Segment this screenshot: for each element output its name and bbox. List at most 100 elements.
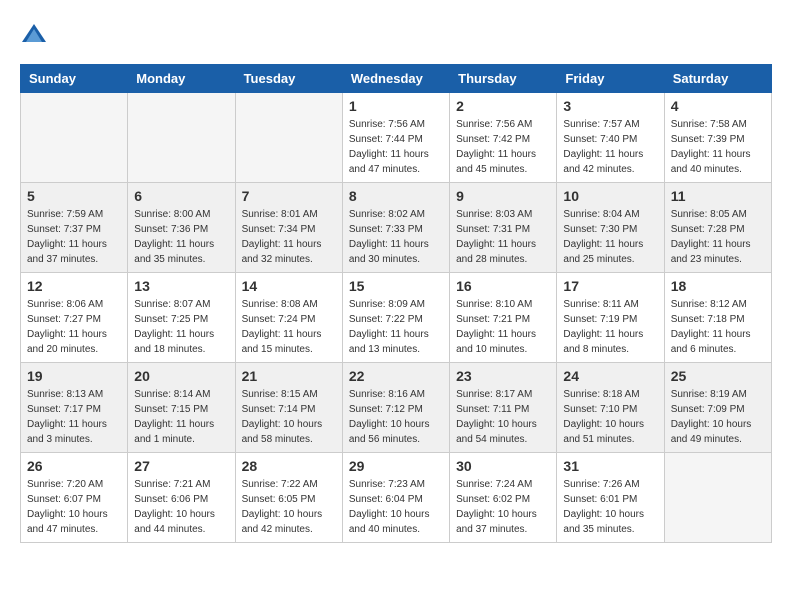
day-info: Sunrise: 8:12 AMSunset: 7:18 PMDaylight:… — [671, 297, 765, 357]
calendar-cell: 2 Sunrise: 7:56 AMSunset: 7:42 PMDaylight… — [450, 93, 557, 183]
calendar-cell: 27 Sunrise: 7:21 AMSunset: 6:06 PMDayligh… — [128, 453, 235, 543]
day-info: Sunrise: 8:04 AMSunset: 7:30 PMDaylight:… — [563, 207, 657, 267]
day-number: 26 — [27, 458, 121, 474]
day-info: Sunrise: 7:57 AMSunset: 7:40 PMDaylight:… — [563, 117, 657, 177]
day-number: 13 — [134, 278, 228, 294]
day-number: 9 — [456, 188, 550, 204]
day-info: Sunrise: 8:00 AMSunset: 7:36 PMDaylight:… — [134, 207, 228, 267]
day-number: 3 — [563, 98, 657, 114]
day-number: 29 — [349, 458, 443, 474]
calendar-cell: 15 Sunrise: 8:09 AMSunset: 7:22 PMDayligh… — [342, 273, 449, 363]
calendar-cell: 6 Sunrise: 8:00 AMSunset: 7:36 PMDaylight… — [128, 183, 235, 273]
calendar-cell: 26 Sunrise: 7:20 AMSunset: 6:07 PMDayligh… — [21, 453, 128, 543]
day-number: 8 — [349, 188, 443, 204]
day-info: Sunrise: 8:16 AMSunset: 7:12 PMDaylight:… — [349, 387, 443, 447]
calendar-cell — [128, 93, 235, 183]
calendar-cell: 4Sunrise: 7:58 AMSunset: 7:39 PMDaylight… — [664, 93, 771, 183]
day-number: 11 — [671, 188, 765, 204]
day-number: 28 — [242, 458, 336, 474]
day-number: 21 — [242, 368, 336, 384]
calendar-week-1: 1 Sunrise: 7:56 AMSunset: 7:44 PMDaylight… — [21, 93, 772, 183]
day-info: Sunrise: 8:03 AMSunset: 7:31 PMDaylight:… — [456, 207, 550, 267]
calendar-cell: 22 Sunrise: 8:16 AMSunset: 7:12 PMDayligh… — [342, 363, 449, 453]
calendar-week-4: 19 Sunrise: 8:13 AMSunset: 7:17 PMDayligh… — [21, 363, 772, 453]
day-info: Sunrise: 8:18 AMSunset: 7:10 PMDaylight:… — [563, 387, 657, 447]
calendar-cell: 1 Sunrise: 7:56 AMSunset: 7:44 PMDaylight… — [342, 93, 449, 183]
day-info: Sunrise: 7:59 AMSunset: 7:37 PMDaylight:… — [27, 207, 121, 267]
header-day-thursday: Thursday — [450, 65, 557, 93]
calendar-table: SundayMondayTuesdayWednesdayThursdayFrid… — [20, 64, 772, 543]
calendar-cell: 19 Sunrise: 8:13 AMSunset: 7:17 PMDayligh… — [21, 363, 128, 453]
day-info: Sunrise: 8:11 AMSunset: 7:19 PMDaylight:… — [563, 297, 657, 357]
calendar-cell: 5Sunrise: 7:59 AMSunset: 7:37 PMDaylight… — [21, 183, 128, 273]
day-info: Sunrise: 8:17 AMSunset: 7:11 PMDaylight:… — [456, 387, 550, 447]
header-day-monday: Monday — [128, 65, 235, 93]
day-number: 12 — [27, 278, 121, 294]
day-info: Sunrise: 8:02 AMSunset: 7:33 PMDaylight:… — [349, 207, 443, 267]
calendar-cell: 11 Sunrise: 8:05 AMSunset: 7:28 PMDayligh… — [664, 183, 771, 273]
calendar-week-2: 5Sunrise: 7:59 AMSunset: 7:37 PMDaylight… — [21, 183, 772, 273]
page-header — [20, 20, 772, 48]
day-number: 20 — [134, 368, 228, 384]
header-day-wednesday: Wednesday — [342, 65, 449, 93]
day-number: 6 — [134, 188, 228, 204]
day-number: 30 — [456, 458, 550, 474]
calendar-cell: 28 Sunrise: 7:22 AMSunset: 6:05 PMDayligh… — [235, 453, 342, 543]
calendar-cell: 14 Sunrise: 8:08 AMSunset: 7:24 PMDayligh… — [235, 273, 342, 363]
calendar-cell: 7Sunrise: 8:01 AMSunset: 7:34 PMDaylight… — [235, 183, 342, 273]
day-info: Sunrise: 8:13 AMSunset: 7:17 PMDaylight:… — [27, 387, 121, 447]
day-number: 16 — [456, 278, 550, 294]
header-day-sunday: Sunday — [21, 65, 128, 93]
day-number: 14 — [242, 278, 336, 294]
day-info: Sunrise: 8:14 AMSunset: 7:15 PMDaylight:… — [134, 387, 228, 447]
calendar-cell: 23 Sunrise: 8:17 AMSunset: 7:11 PMDayligh… — [450, 363, 557, 453]
day-info: Sunrise: 8:06 AMSunset: 7:27 PMDaylight:… — [27, 297, 121, 357]
day-number: 22 — [349, 368, 443, 384]
calendar-cell: 3 Sunrise: 7:57 AMSunset: 7:40 PMDaylight… — [557, 93, 664, 183]
day-info: Sunrise: 7:21 AMSunset: 6:06 PMDaylight:… — [134, 477, 228, 537]
day-number: 1 — [349, 98, 443, 114]
calendar-cell: 18Sunrise: 8:12 AMSunset: 7:18 PMDayligh… — [664, 273, 771, 363]
day-info: Sunrise: 8:08 AMSunset: 7:24 PMDaylight:… — [242, 297, 336, 357]
day-info: Sunrise: 7:23 AMSunset: 6:04 PMDaylight:… — [349, 477, 443, 537]
calendar-cell: 13 Sunrise: 8:07 AMSunset: 7:25 PMDayligh… — [128, 273, 235, 363]
day-info: Sunrise: 7:26 AMSunset: 6:01 PMDaylight:… — [563, 477, 657, 537]
day-info: Sunrise: 7:22 AMSunset: 6:05 PMDaylight:… — [242, 477, 336, 537]
header-row: SundayMondayTuesdayWednesdayThursdayFrid… — [21, 65, 772, 93]
day-number: 24 — [563, 368, 657, 384]
calendar-week-5: 26 Sunrise: 7:20 AMSunset: 6:07 PMDayligh… — [21, 453, 772, 543]
calendar-cell: 17 Sunrise: 8:11 AMSunset: 7:19 PMDayligh… — [557, 273, 664, 363]
day-info: Sunrise: 8:07 AMSunset: 7:25 PMDaylight:… — [134, 297, 228, 357]
header-day-friday: Friday — [557, 65, 664, 93]
day-info: Sunrise: 8:01 AMSunset: 7:34 PMDaylight:… — [242, 207, 336, 267]
day-info: Sunrise: 7:56 AMSunset: 7:42 PMDaylight:… — [456, 117, 550, 177]
day-number: 27 — [134, 458, 228, 474]
calendar-cell: 29 Sunrise: 7:23 AMSunset: 6:04 PMDayligh… — [342, 453, 449, 543]
header-day-saturday: Saturday — [664, 65, 771, 93]
day-number: 17 — [563, 278, 657, 294]
calendar-cell: 31Sunrise: 7:26 AMSunset: 6:01 PMDayligh… — [557, 453, 664, 543]
day-number: 25 — [671, 368, 765, 384]
calendar-cell: 25 Sunrise: 8:19 AMSunset: 7:09 PMDayligh… — [664, 363, 771, 453]
calendar-cell: 12 Sunrise: 8:06 AMSunset: 7:27 PMDayligh… — [21, 273, 128, 363]
calendar-cell: 9 Sunrise: 8:03 AMSunset: 7:31 PMDaylight… — [450, 183, 557, 273]
calendar-cell: 16 Sunrise: 8:10 AMSunset: 7:21 PMDayligh… — [450, 273, 557, 363]
day-info: Sunrise: 7:20 AMSunset: 6:07 PMDaylight:… — [27, 477, 121, 537]
day-number: 23 — [456, 368, 550, 384]
calendar-cell: 21Sunrise: 8:15 AMSunset: 7:14 PMDayligh… — [235, 363, 342, 453]
day-info: Sunrise: 7:58 AMSunset: 7:39 PMDaylight:… — [671, 117, 765, 177]
header-day-tuesday: Tuesday — [235, 65, 342, 93]
day-info: Sunrise: 7:24 AMSunset: 6:02 PMDaylight:… — [456, 477, 550, 537]
day-info: Sunrise: 8:19 AMSunset: 7:09 PMDaylight:… — [671, 387, 765, 447]
day-number: 15 — [349, 278, 443, 294]
day-info: Sunrise: 8:09 AMSunset: 7:22 PMDaylight:… — [349, 297, 443, 357]
day-number: 19 — [27, 368, 121, 384]
day-info: Sunrise: 7:56 AMSunset: 7:44 PMDaylight:… — [349, 117, 443, 177]
day-info: Sunrise: 8:10 AMSunset: 7:21 PMDaylight:… — [456, 297, 550, 357]
calendar-cell — [664, 453, 771, 543]
calendar-cell: 20 Sunrise: 8:14 AMSunset: 7:15 PMDayligh… — [128, 363, 235, 453]
calendar-week-3: 12 Sunrise: 8:06 AMSunset: 7:27 PMDayligh… — [21, 273, 772, 363]
calendar-cell: 30 Sunrise: 7:24 AMSunset: 6:02 PMDayligh… — [450, 453, 557, 543]
day-info: Sunrise: 8:05 AMSunset: 7:28 PMDaylight:… — [671, 207, 765, 267]
day-number: 2 — [456, 98, 550, 114]
